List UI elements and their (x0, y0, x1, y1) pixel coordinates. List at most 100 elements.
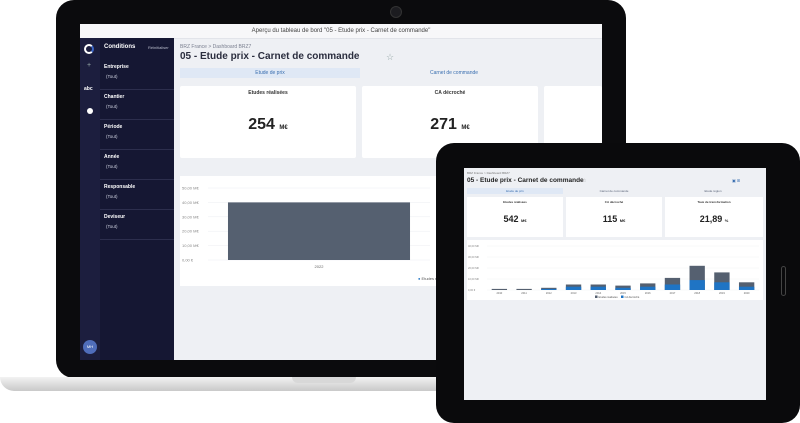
y-tick-label: 10,00 M€ (468, 277, 479, 281)
filter-label: Deviseur (104, 214, 126, 220)
filter-responsable[interactable]: Responsable (Tout) (100, 180, 174, 210)
filter-label: Entreprise (104, 64, 129, 70)
laptop-notch (292, 377, 356, 383)
kpi-title: Etudes réalisées (503, 200, 527, 204)
bar (615, 287, 631, 290)
y-tick-label: 0,00 € (182, 258, 194, 263)
kpi-unit: M€ (279, 125, 288, 131)
bar (516, 288, 532, 290)
y-tick-label: 50,00 M€ (182, 186, 199, 191)
bar (491, 288, 508, 290)
y-tick-label: 40,00 M€ (468, 244, 479, 248)
window-title: Aperçu du tableau de bord "05 - Etude pr… (80, 24, 602, 39)
bar (689, 280, 705, 290)
filter-periode[interactable]: Période (Tout) (100, 120, 174, 150)
bar (714, 282, 730, 290)
x-tick-label: 2013 (571, 291, 577, 295)
filter-value: (Tout) (106, 104, 118, 109)
kpi-card: CA décroché 115 M€ (566, 197, 662, 237)
tab-etude-de-prix[interactable]: Etude de prix (180, 68, 360, 78)
y-tick-label: 0,00 € (468, 288, 476, 292)
x-tick-label: 2018 (694, 291, 700, 295)
x-tick-label: 2022 (315, 264, 325, 269)
kpi-value: 271 M€ (362, 116, 538, 134)
x-tick-label: 2010 (496, 291, 502, 295)
tablet-screen: BRZ France > Dashboard BRZ7 05 - Etude p… (464, 168, 766, 400)
kpi-value: 254 M€ (180, 116, 356, 134)
abc-icon[interactable]: abc (84, 86, 93, 92)
kpi-value: 21,89 % (665, 214, 763, 224)
legend-label: Etudes réalisées (599, 295, 619, 299)
stacked-bar-chart: 40,00 M€ 30,00 M€ 20,00 M€ 10,00 M€ 0,00 € 20… (468, 244, 759, 299)
kpi-value: 542 M€ (467, 214, 563, 224)
kpi-number: 115 (602, 214, 618, 224)
kpi-title: CA décroché (434, 90, 466, 96)
reset-button[interactable]: Réinitialiser (148, 45, 169, 50)
tab-carnet-de-commande[interactable]: Carnet de commande (566, 188, 662, 194)
page-title: 05 - Etude prix - Carnet de commande (180, 51, 360, 62)
bar-chart-card: 50,00 M€ 40,00 M€ 30,00 M€ 20,00 M€ 10,00 M€… (180, 176, 440, 286)
conditions-panel: Conditions Réinitialiser Entreprise (Tou… (100, 38, 174, 360)
conditions-header: Conditions Réinitialiser (100, 38, 174, 58)
x-tick-label: 2017 (670, 291, 676, 295)
bar (640, 286, 656, 290)
filter-chantier[interactable]: Chantier (Tout) (100, 90, 174, 120)
y-tick-label: 20,00 M€ (182, 229, 199, 234)
filter-label: Année (104, 154, 120, 160)
legend-marker-icon (595, 295, 598, 298)
filter-annee[interactable]: Année (Tout) (100, 150, 174, 180)
kpi-value: 115 M€ (566, 214, 662, 224)
camera-icon (390, 6, 402, 18)
filter-value: (Tout) (106, 194, 118, 199)
filter-value: (Tout) (106, 74, 118, 79)
bar-chart: 50,00 M€ 40,00 M€ 30,00 M€ 20,00 M€ 10,00 M€… (182, 186, 430, 269)
x-tick-label: 2012 (546, 291, 552, 295)
kpi-card: Etudes réalisées 542 M€ (467, 197, 563, 237)
kpi-title: Etudes réalisées (248, 90, 288, 96)
kpi-title: CA décroché (604, 200, 624, 204)
y-tick-label: 30,00 M€ (182, 214, 199, 219)
filter-label: Responsable (104, 184, 136, 190)
view-toggle-icon[interactable]: ▣ ⊞ (732, 178, 740, 183)
favorite-star-icon[interactable]: ☆ (582, 178, 586, 184)
x-tick-label: 2014 (595, 291, 601, 295)
bar (227, 202, 411, 260)
filter-label: Période (104, 124, 123, 130)
bar (565, 286, 582, 290)
legend-marker-icon: ● (418, 276, 421, 281)
bar (541, 288, 557, 290)
info-icon[interactable] (87, 108, 93, 114)
filter-value: (Tout) (106, 164, 118, 169)
favorite-star-icon[interactable]: ☆ (386, 52, 394, 63)
kpi-title: Taux de transformation (697, 200, 731, 204)
x-tick-label: 2019 (719, 291, 725, 295)
y-tick-label: 30,00 M€ (468, 255, 479, 259)
kpi-number: 271 (430, 116, 457, 133)
y-tick-label: 40,00 M€ (182, 200, 199, 205)
bar (738, 286, 755, 290)
page-title: 05 - Etude prix - Carnet de commande (467, 177, 584, 184)
x-tick-label: 2020 (744, 291, 750, 295)
x-tick-label: 2011 (521, 291, 527, 295)
filter-entreprise[interactable]: Entreprise (Tout) (100, 60, 174, 90)
tab-etude-region[interactable]: Etude région (665, 188, 761, 194)
y-tick-label: 10,00 M€ (182, 243, 199, 248)
bar (664, 284, 681, 290)
legend-marker-icon (621, 295, 624, 298)
add-icon[interactable]: + (87, 62, 91, 69)
tablet-home-button (781, 266, 786, 296)
breadcrumb[interactable]: BRZ France > Dashboard BRZ7 (467, 171, 510, 175)
filter-label: Chantier (104, 94, 125, 100)
kpi-unit: M€ (619, 218, 626, 223)
stacked-bar-chart-card: 40,00 M€ 30,00 M€ 20,00 M€ 10,00 M€ 0,00 € 20… (467, 240, 763, 300)
app-logo-icon[interactable] (84, 44, 94, 54)
kpi-number: 21,89 (699, 214, 723, 224)
filter-deviseur[interactable]: Deviseur (Tout) (100, 210, 174, 240)
tab-carnet-de-commande[interactable]: Carnet de commande (364, 68, 544, 78)
breadcrumb[interactable]: BRZ France > Dashboard BRZ7 (180, 44, 251, 50)
y-tick-label: 20,00 M€ (468, 266, 479, 270)
filter-value: (Tout) (106, 134, 118, 139)
avatar[interactable]: MH (83, 340, 97, 354)
kpi-unit: M€ (461, 125, 470, 131)
tab-etude-de-prix[interactable]: Etude de prix (467, 188, 563, 194)
